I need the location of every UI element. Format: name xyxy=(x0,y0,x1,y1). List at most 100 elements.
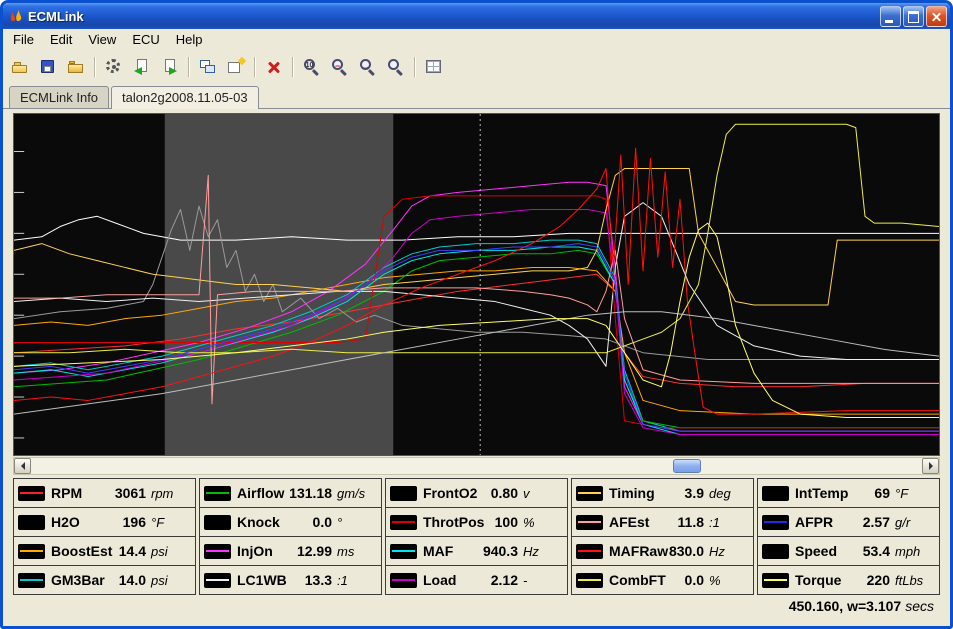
toolbar-separator xyxy=(188,57,190,77)
capture-icon xyxy=(104,57,124,77)
zoom-out-icon: − xyxy=(330,57,350,77)
gauge-unit: ms xyxy=(337,544,377,559)
gauge-throtpos[interactable]: ThrotPos100% xyxy=(385,507,568,537)
delete-log-button[interactable] xyxy=(261,54,287,80)
log-wizard-button[interactable] xyxy=(223,54,249,80)
tab-datalog-talon2g[interactable]: talon2g2008.11.05-03 xyxy=(111,86,259,109)
delete-log-icon xyxy=(264,57,284,77)
menu-edit[interactable]: Edit xyxy=(42,30,80,49)
trace-color-swatch xyxy=(18,573,45,588)
close-button[interactable] xyxy=(926,6,947,27)
gauge-afest[interactable]: AFEst11.8:1 xyxy=(571,507,754,537)
menu-view[interactable]: View xyxy=(80,30,124,49)
gauge-lc1wb[interactable]: LC1WB13.3:1 xyxy=(199,565,382,595)
gauge-rpm[interactable]: RPM3061rpm xyxy=(13,478,196,508)
scrollbar-thumb[interactable] xyxy=(673,459,701,473)
gauge-load[interactable]: Load2.12- xyxy=(385,565,568,595)
gauge-value: 100 xyxy=(495,514,518,530)
gauge-knock[interactable]: Knock0.0° xyxy=(199,507,382,537)
gauge-unit: °F xyxy=(151,515,191,530)
import-log-icon xyxy=(132,57,152,77)
zoom-in-icon xyxy=(386,57,406,77)
scroll-left-button[interactable] xyxy=(14,458,31,474)
trace-color-swatch xyxy=(576,515,603,530)
gauge-name: LC1WB xyxy=(237,572,287,588)
compare-logs-icon xyxy=(198,57,218,77)
zoom-10s-button[interactable]: 10 xyxy=(299,54,325,80)
zoom-out-button[interactable]: − xyxy=(327,54,353,80)
toolbar: 10−→ xyxy=(3,50,950,84)
trace-color-swatch xyxy=(18,486,45,501)
open-button[interactable] xyxy=(7,54,33,80)
trace-knock xyxy=(14,206,939,359)
capture-button[interactable] xyxy=(101,54,127,80)
trace-color-line xyxy=(578,492,601,494)
scroll-right-button[interactable] xyxy=(922,458,939,474)
compare-logs-button[interactable] xyxy=(195,54,221,80)
gauge-combft[interactable]: CombFT0.0% xyxy=(571,565,754,595)
trace-throtpos xyxy=(14,196,939,428)
gauge-torque[interactable]: Torque220ftLbs xyxy=(757,565,940,595)
gauge-timing[interactable]: Timing3.9deg xyxy=(571,478,754,508)
trace-color-line xyxy=(764,492,787,494)
trace-color-swatch xyxy=(762,486,789,501)
gauge-afpr[interactable]: AFPR2.57g/r xyxy=(757,507,940,537)
gauge-speed[interactable]: Speed53.4mph xyxy=(757,536,940,566)
title-bar[interactable]: ECMLink xyxy=(3,3,950,29)
save-button[interactable] xyxy=(35,54,61,80)
trace-color-line xyxy=(20,521,43,523)
zoom-in-button[interactable] xyxy=(383,54,409,80)
trace-color-line xyxy=(392,521,415,523)
import-log-button[interactable] xyxy=(129,54,155,80)
gauge-value: 940.3 xyxy=(483,543,518,559)
chart-scrollbar xyxy=(13,457,940,475)
gauge-value: 0.0 xyxy=(313,514,332,530)
gauge-injon[interactable]: InjOn12.99ms xyxy=(199,536,382,566)
trace-color-swatch xyxy=(204,515,231,530)
trace-combft xyxy=(14,124,939,352)
trace-color-line xyxy=(206,521,229,523)
trace-color-swatch xyxy=(18,515,45,530)
gauge-gm3bar[interactable]: GM3Bar14.0psi xyxy=(13,565,196,595)
trace-h2o xyxy=(14,216,939,240)
zoom-cursor-button[interactable]: → xyxy=(355,54,381,80)
export-log-button[interactable] xyxy=(157,54,183,80)
minimize-button[interactable] xyxy=(880,6,901,27)
trace-color-line xyxy=(206,550,229,552)
trace-afpr xyxy=(14,244,939,432)
gauge-maf[interactable]: MAF940.3Hz xyxy=(385,536,568,566)
gauge-value: 3061 xyxy=(115,485,146,501)
gauge-fronto2[interactable]: FrontO20.80v xyxy=(385,478,568,508)
app-icon xyxy=(8,8,24,24)
maximize-button[interactable] xyxy=(903,6,924,27)
gauge-value: 0.0 xyxy=(685,572,704,588)
zoom-cursor-icon: → xyxy=(358,57,378,77)
gauge-column: Timing3.9degAFEst11.8:1MAFRaw830.0HzComb… xyxy=(571,478,754,595)
trace-color-swatch xyxy=(576,486,603,501)
trace-color-swatch xyxy=(576,573,603,588)
tab-content: RPM3061rpmH2O196°FBoostEst14.4psiGM3Bar1… xyxy=(3,108,950,614)
table-view-button[interactable] xyxy=(421,54,447,80)
gauge-inttemp[interactable]: IntTemp69°F xyxy=(757,478,940,508)
gauge-name: MAFRaw xyxy=(609,543,668,559)
gauge-unit: - xyxy=(523,573,563,588)
save-all-button[interactable] xyxy=(63,54,89,80)
menu-file[interactable]: File xyxy=(5,30,42,49)
gauge-unit: Hz xyxy=(523,544,563,559)
gauge-boostest[interactable]: BoostEst14.4psi xyxy=(13,536,196,566)
gauge-value: 14.4 xyxy=(119,543,146,559)
trace-maf xyxy=(14,247,939,435)
gauge-airflow[interactable]: Airflow131.18gm/s xyxy=(199,478,382,508)
gauge-value: 3.9 xyxy=(685,485,704,501)
menu-help[interactable]: Help xyxy=(168,30,211,49)
gauge-mafraw[interactable]: MAFRaw830.0Hz xyxy=(571,536,754,566)
menu-ecu[interactable]: ECU xyxy=(124,30,167,49)
tab-ecmlink-info[interactable]: ECMLink Info xyxy=(9,86,109,108)
gauge-h2o[interactable]: H2O196°F xyxy=(13,507,196,537)
gauge-value: 0.80 xyxy=(491,485,518,501)
gauge-name: AFEst xyxy=(609,514,649,530)
trace-color-line xyxy=(764,521,787,523)
gauge-name: FrontO2 xyxy=(423,485,477,501)
datalog-chart[interactable] xyxy=(13,113,940,456)
scrollbar-track[interactable] xyxy=(31,458,922,474)
